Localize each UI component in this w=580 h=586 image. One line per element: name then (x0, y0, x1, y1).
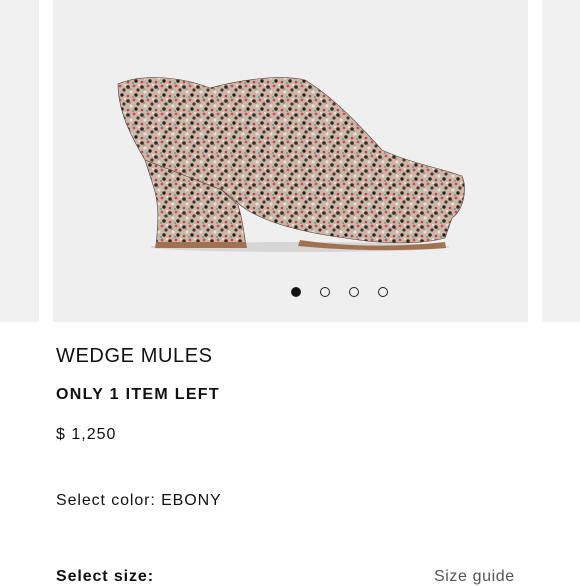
size-guide-link[interactable]: Size guide (434, 568, 515, 586)
product-title: WEDGE MULES (56, 345, 213, 367)
product-image (117, 77, 465, 252)
pagination-dot-2[interactable] (320, 287, 330, 297)
pagination-dot-3[interactable] (349, 287, 359, 297)
pagination-dot-4[interactable] (378, 287, 388, 297)
size-selector-label: Select size: (56, 568, 154, 585)
color-selector[interactable]: Select color: EBONY (56, 492, 222, 510)
product-price: $ 1,250 (56, 426, 117, 443)
carousel-pagination (291, 287, 388, 297)
stock-status: ONLY 1 ITEM LEFT (56, 386, 220, 403)
pagination-dot-1[interactable] (291, 287, 301, 297)
previous-slide-peek[interactable] (0, 0, 39, 322)
product-image-carousel[interactable] (0, 0, 580, 322)
next-slide-peek[interactable] (542, 0, 580, 322)
product-image-slide[interactable] (53, 0, 528, 322)
